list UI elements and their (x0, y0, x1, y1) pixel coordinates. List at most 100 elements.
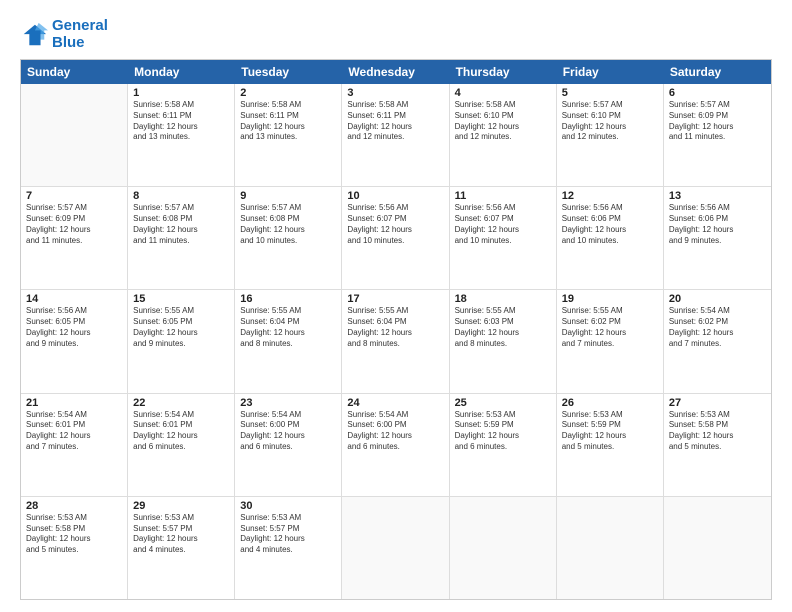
day-number: 27 (669, 397, 766, 409)
calendar-row-3: 14Sunrise: 5:56 AM Sunset: 6:05 PM Dayli… (21, 289, 771, 392)
logo-text: General Blue (52, 18, 108, 51)
calendar-cell-empty (664, 497, 771, 599)
calendar-cell-day-26: 26Sunrise: 5:53 AM Sunset: 5:59 PM Dayli… (557, 394, 664, 496)
day-info: Sunrise: 5:58 AM Sunset: 6:11 PM Dayligh… (133, 100, 229, 143)
header-day-saturday: Saturday (664, 60, 771, 84)
day-info: Sunrise: 5:53 AM Sunset: 5:57 PM Dayligh… (133, 513, 229, 556)
calendar-cell-day-4: 4Sunrise: 5:58 AM Sunset: 6:10 PM Daylig… (450, 84, 557, 186)
day-number: 2 (240, 87, 336, 99)
day-info: Sunrise: 5:56 AM Sunset: 6:06 PM Dayligh… (669, 203, 766, 246)
day-info: Sunrise: 5:54 AM Sunset: 6:01 PM Dayligh… (26, 410, 122, 453)
calendar-cell-day-17: 17Sunrise: 5:55 AM Sunset: 6:04 PM Dayli… (342, 290, 449, 392)
header-day-tuesday: Tuesday (235, 60, 342, 84)
day-info: Sunrise: 5:58 AM Sunset: 6:11 PM Dayligh… (240, 100, 336, 143)
day-number: 24 (347, 397, 443, 409)
day-info: Sunrise: 5:53 AM Sunset: 5:59 PM Dayligh… (562, 410, 658, 453)
day-number: 23 (240, 397, 336, 409)
calendar-header: SundayMondayTuesdayWednesdayThursdayFrid… (21, 60, 771, 84)
logo-blue: Blue (52, 34, 85, 51)
day-number: 18 (455, 293, 551, 305)
day-number: 6 (669, 87, 766, 99)
calendar-cell-day-28: 28Sunrise: 5:53 AM Sunset: 5:58 PM Dayli… (21, 497, 128, 599)
calendar: SundayMondayTuesdayWednesdayThursdayFrid… (20, 59, 772, 600)
day-number: 28 (26, 500, 122, 512)
day-info: Sunrise: 5:56 AM Sunset: 6:06 PM Dayligh… (562, 203, 658, 246)
day-number: 14 (26, 293, 122, 305)
calendar-row-2: 7Sunrise: 5:57 AM Sunset: 6:09 PM Daylig… (21, 186, 771, 289)
header-day-friday: Friday (557, 60, 664, 84)
calendar-cell-day-6: 6Sunrise: 5:57 AM Sunset: 6:09 PM Daylig… (664, 84, 771, 186)
calendar-cell-day-20: 20Sunrise: 5:54 AM Sunset: 6:02 PM Dayli… (664, 290, 771, 392)
calendar-cell-day-13: 13Sunrise: 5:56 AM Sunset: 6:06 PM Dayli… (664, 187, 771, 289)
day-info: Sunrise: 5:54 AM Sunset: 6:00 PM Dayligh… (347, 410, 443, 453)
calendar-row-4: 21Sunrise: 5:54 AM Sunset: 6:01 PM Dayli… (21, 393, 771, 496)
calendar-cell-empty (342, 497, 449, 599)
calendar-row-5: 28Sunrise: 5:53 AM Sunset: 5:58 PM Dayli… (21, 496, 771, 599)
day-info: Sunrise: 5:54 AM Sunset: 6:01 PM Dayligh… (133, 410, 229, 453)
calendar-cell-day-23: 23Sunrise: 5:54 AM Sunset: 6:00 PM Dayli… (235, 394, 342, 496)
calendar-cell-empty (21, 84, 128, 186)
day-info: Sunrise: 5:55 AM Sunset: 6:05 PM Dayligh… (133, 306, 229, 349)
calendar-cell-day-2: 2Sunrise: 5:58 AM Sunset: 6:11 PM Daylig… (235, 84, 342, 186)
day-number: 22 (133, 397, 229, 409)
calendar-cell-day-18: 18Sunrise: 5:55 AM Sunset: 6:03 PM Dayli… (450, 290, 557, 392)
header-day-wednesday: Wednesday (342, 60, 449, 84)
calendar-cell-day-15: 15Sunrise: 5:55 AM Sunset: 6:05 PM Dayli… (128, 290, 235, 392)
day-number: 29 (133, 500, 229, 512)
day-number: 19 (562, 293, 658, 305)
calendar-cell-day-16: 16Sunrise: 5:55 AM Sunset: 6:04 PM Dayli… (235, 290, 342, 392)
day-number: 10 (347, 190, 443, 202)
calendar-cell-day-8: 8Sunrise: 5:57 AM Sunset: 6:08 PM Daylig… (128, 187, 235, 289)
calendar-cell-day-29: 29Sunrise: 5:53 AM Sunset: 5:57 PM Dayli… (128, 497, 235, 599)
day-info: Sunrise: 5:53 AM Sunset: 5:58 PM Dayligh… (26, 513, 122, 556)
day-info: Sunrise: 5:55 AM Sunset: 6:04 PM Dayligh… (347, 306, 443, 349)
day-number: 20 (669, 293, 766, 305)
day-info: Sunrise: 5:55 AM Sunset: 6:03 PM Dayligh… (455, 306, 551, 349)
calendar-cell-day-5: 5Sunrise: 5:57 AM Sunset: 6:10 PM Daylig… (557, 84, 664, 186)
calendar-cell-day-25: 25Sunrise: 5:53 AM Sunset: 5:59 PM Dayli… (450, 394, 557, 496)
day-number: 17 (347, 293, 443, 305)
calendar-cell-empty (450, 497, 557, 599)
page: General Blue SundayMondayTuesdayWednesda… (0, 0, 792, 612)
calendar-cell-day-30: 30Sunrise: 5:53 AM Sunset: 5:57 PM Dayli… (235, 497, 342, 599)
calendar-cell-day-12: 12Sunrise: 5:56 AM Sunset: 6:06 PM Dayli… (557, 187, 664, 289)
day-info: Sunrise: 5:55 AM Sunset: 6:04 PM Dayligh… (240, 306, 336, 349)
day-number: 11 (455, 190, 551, 202)
day-info: Sunrise: 5:57 AM Sunset: 6:09 PM Dayligh… (26, 203, 122, 246)
header: General Blue (20, 18, 772, 51)
day-number: 26 (562, 397, 658, 409)
logo-icon (20, 21, 48, 49)
day-info: Sunrise: 5:53 AM Sunset: 5:59 PM Dayligh… (455, 410, 551, 453)
day-info: Sunrise: 5:57 AM Sunset: 6:08 PM Dayligh… (133, 203, 229, 246)
logo-general: General (52, 17, 108, 34)
calendar-cell-day-10: 10Sunrise: 5:56 AM Sunset: 6:07 PM Dayli… (342, 187, 449, 289)
day-number: 13 (669, 190, 766, 202)
day-number: 7 (26, 190, 122, 202)
day-info: Sunrise: 5:58 AM Sunset: 6:11 PM Dayligh… (347, 100, 443, 143)
day-number: 9 (240, 190, 336, 202)
day-info: Sunrise: 5:58 AM Sunset: 6:10 PM Dayligh… (455, 100, 551, 143)
calendar-cell-day-11: 11Sunrise: 5:56 AM Sunset: 6:07 PM Dayli… (450, 187, 557, 289)
calendar-cell-day-27: 27Sunrise: 5:53 AM Sunset: 5:58 PM Dayli… (664, 394, 771, 496)
calendar-cell-day-22: 22Sunrise: 5:54 AM Sunset: 6:01 PM Dayli… (128, 394, 235, 496)
calendar-cell-day-3: 3Sunrise: 5:58 AM Sunset: 6:11 PM Daylig… (342, 84, 449, 186)
calendar-cell-empty (557, 497, 664, 599)
day-info: Sunrise: 5:57 AM Sunset: 6:08 PM Dayligh… (240, 203, 336, 246)
day-number: 8 (133, 190, 229, 202)
day-info: Sunrise: 5:56 AM Sunset: 6:07 PM Dayligh… (455, 203, 551, 246)
day-info: Sunrise: 5:57 AM Sunset: 6:09 PM Dayligh… (669, 100, 766, 143)
day-info: Sunrise: 5:56 AM Sunset: 6:05 PM Dayligh… (26, 306, 122, 349)
calendar-cell-day-14: 14Sunrise: 5:56 AM Sunset: 6:05 PM Dayli… (21, 290, 128, 392)
day-info: Sunrise: 5:53 AM Sunset: 5:58 PM Dayligh… (669, 410, 766, 453)
calendar-row-1: 1Sunrise: 5:58 AM Sunset: 6:11 PM Daylig… (21, 84, 771, 186)
calendar-cell-day-21: 21Sunrise: 5:54 AM Sunset: 6:01 PM Dayli… (21, 394, 128, 496)
calendar-cell-day-7: 7Sunrise: 5:57 AM Sunset: 6:09 PM Daylig… (21, 187, 128, 289)
day-info: Sunrise: 5:53 AM Sunset: 5:57 PM Dayligh… (240, 513, 336, 556)
day-number: 4 (455, 87, 551, 99)
day-number: 16 (240, 293, 336, 305)
day-number: 1 (133, 87, 229, 99)
calendar-cell-day-24: 24Sunrise: 5:54 AM Sunset: 6:00 PM Dayli… (342, 394, 449, 496)
day-number: 30 (240, 500, 336, 512)
calendar-body: 1Sunrise: 5:58 AM Sunset: 6:11 PM Daylig… (21, 84, 771, 599)
header-day-thursday: Thursday (450, 60, 557, 84)
